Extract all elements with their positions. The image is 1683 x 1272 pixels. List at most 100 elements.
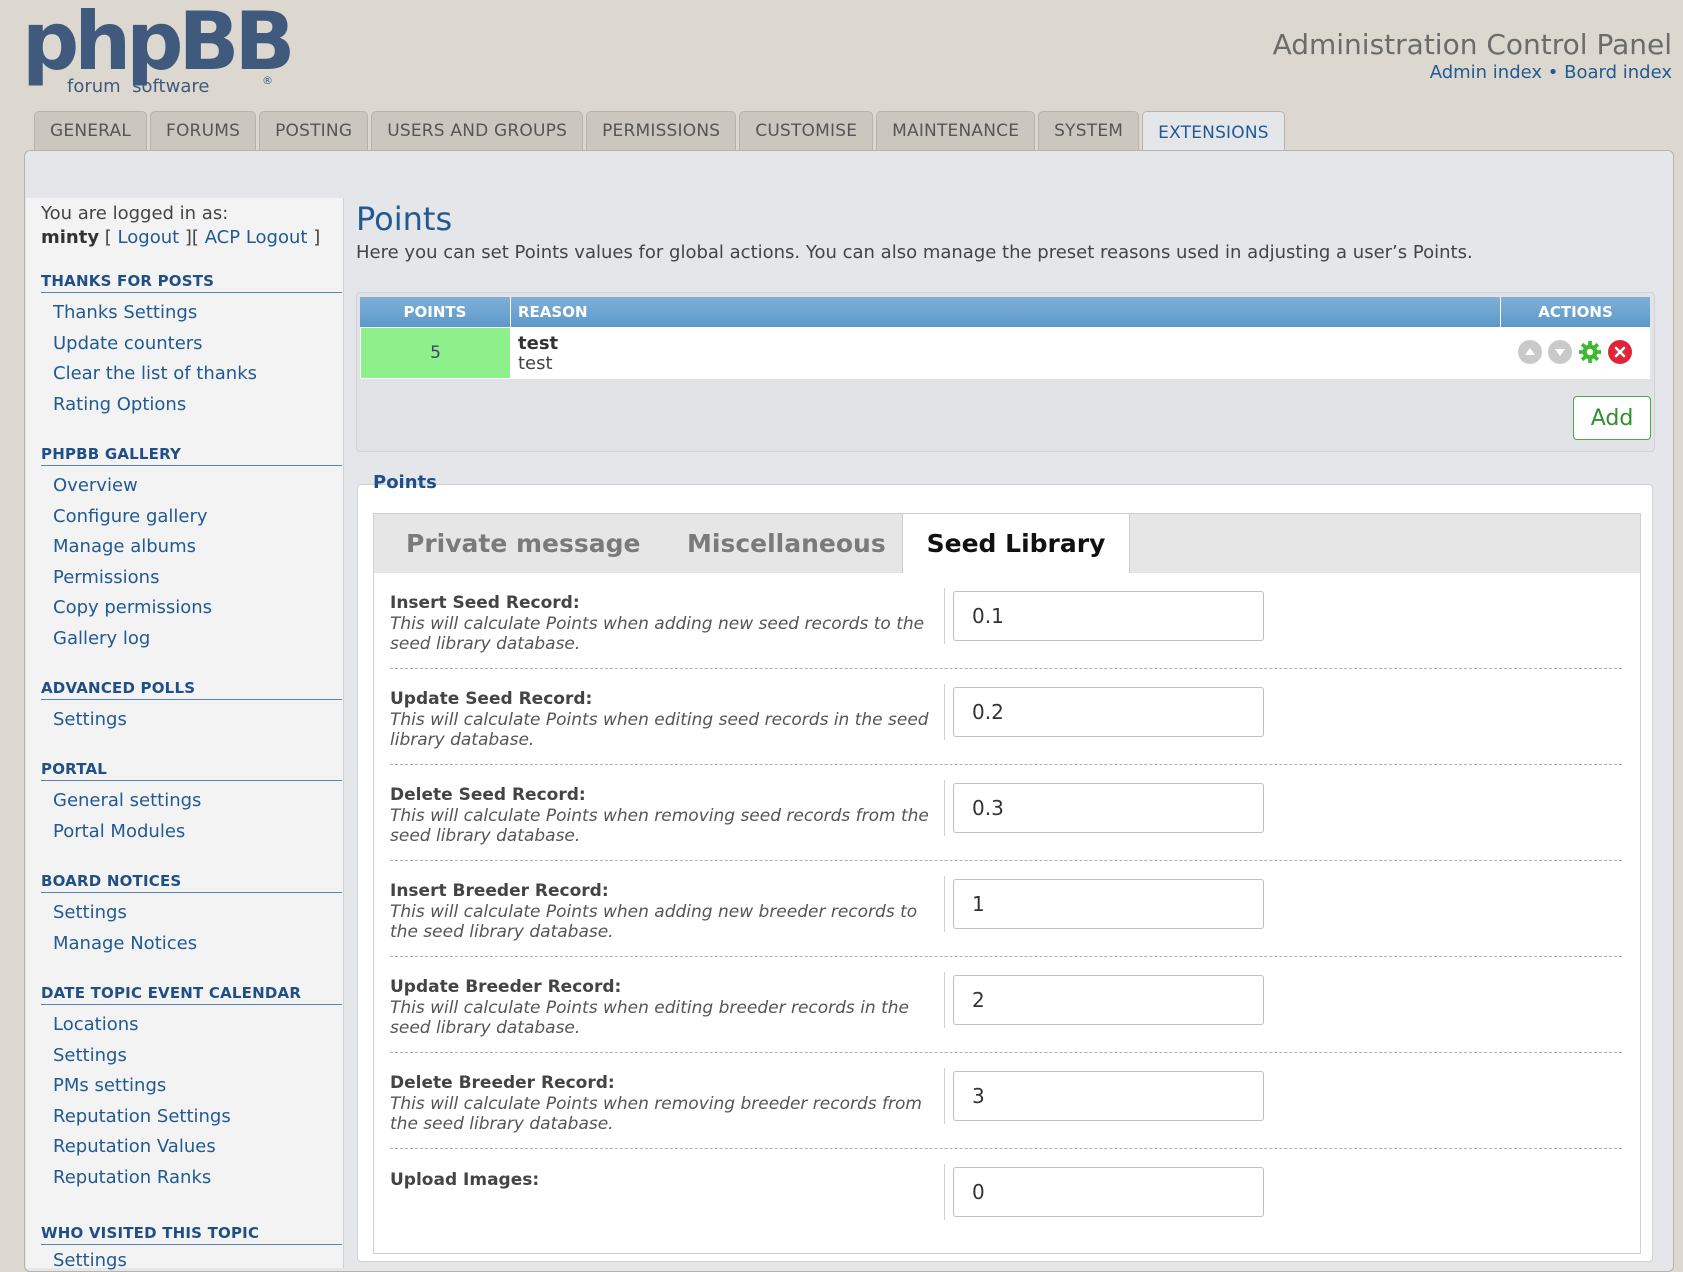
delete-seed-input[interactable] — [953, 783, 1264, 833]
admin-index-link[interactable]: Admin index — [1430, 62, 1542, 83]
tab-maintenance[interactable]: MAINTENANCE — [876, 111, 1036, 150]
upload-images-input[interactable] — [953, 1167, 1264, 1217]
row-separator — [390, 956, 1622, 957]
row-separator — [390, 1148, 1622, 1149]
sidebar-item-permissions[interactable]: Permissions — [53, 567, 159, 588]
field-divider — [944, 684, 945, 740]
field-label-delete-breeder: Delete Breeder Record: — [390, 1073, 615, 1093]
row-separator — [390, 764, 1622, 765]
field-desc-insert-breeder: This will calculate Points when adding n… — [390, 902, 918, 942]
sidebar-item-reputation-settings[interactable]: Reputation Settings — [53, 1106, 231, 1127]
field-divider — [944, 588, 945, 644]
sidebar-item-clear-thanks[interactable]: Clear the list of thanks — [53, 363, 257, 384]
sidebar-item-polls-settings[interactable]: Settings — [53, 709, 127, 730]
tab-customise[interactable]: CUSTOMISE — [739, 111, 874, 150]
arrow-down-icon[interactable] — [1548, 340, 1572, 364]
sidebar-item-thanks-settings[interactable]: Thanks Settings — [53, 302, 197, 323]
sidebar-item-calendar-settings[interactable]: Settings — [53, 1045, 127, 1066]
field-label-update-seed: Update Seed Record: — [390, 689, 593, 709]
acp-logout-link[interactable]: ACP Logout — [205, 227, 308, 248]
field-divider — [944, 1068, 945, 1124]
insert-seed-input[interactable] — [953, 591, 1264, 641]
sidebar-section-thanks-for-posts: THANKS FOR POSTS — [41, 272, 342, 293]
tab-extensions[interactable]: EXTENSIONS — [1142, 111, 1285, 153]
tab-miscellaneous[interactable]: Miscellaneous — [687, 513, 886, 573]
tab-seed-library[interactable]: Seed Library — [902, 513, 1130, 573]
link-separator: • — [1542, 62, 1565, 83]
sidebar-item-manage-albums[interactable]: Manage albums — [53, 536, 196, 557]
logo-sub-text: forum software — [67, 76, 210, 97]
sidebar-item-gallery-log[interactable]: Gallery log — [53, 628, 150, 649]
field-divider — [944, 972, 945, 1028]
sidebar-item-reputation-values[interactable]: Reputation Values — [53, 1136, 216, 1157]
page-description: Here you can set Points values for globa… — [356, 242, 1473, 263]
sidebar-item-configure-gallery[interactable]: Configure gallery — [53, 506, 208, 527]
main-tabs: GENERAL FORUMS POSTING USERS AND GROUPS … — [34, 111, 1285, 153]
field-divider — [944, 780, 945, 836]
row-separator — [390, 860, 1622, 861]
top-links: Admin index • Board index — [1430, 62, 1672, 83]
field-desc-insert-seed: This will calculate Points when adding n… — [390, 614, 925, 654]
phpbb-logo[interactable]: phpBB forum software ® — [22, 2, 295, 100]
tab-private-message[interactable]: Private message — [406, 513, 641, 573]
sidebar-section-phpbb-gallery: PHPBB GALLERY — [41, 445, 342, 466]
column-header-reason: REASON — [511, 297, 1501, 327]
field-label-insert-seed: Insert Seed Record: — [390, 593, 580, 613]
sidebar-item-reputation-ranks[interactable]: Reputation Ranks — [53, 1167, 211, 1188]
insert-breeder-input[interactable] — [953, 879, 1264, 929]
sidebar-section-date-topic-event-calendar: DATE TOPIC EVENT CALENDAR — [41, 984, 342, 1005]
field-label-upload-images: Upload Images: — [390, 1170, 540, 1190]
acp-title: Administration Control Panel — [1272, 28, 1672, 61]
tab-system[interactable]: SYSTEM — [1038, 111, 1140, 150]
sidebar-item-notices-settings[interactable]: Settings — [53, 902, 127, 923]
sidebar-item-general-settings[interactable]: General settings — [53, 790, 201, 811]
tab-forums[interactable]: FORUMS — [150, 111, 257, 150]
sidebar-item-who-visited-settings[interactable]: Settings — [53, 1250, 127, 1271]
field-desc-update-breeder: This will calculate Points when editing … — [390, 998, 909, 1038]
sidebar-section-portal: PORTAL — [41, 760, 342, 781]
board-index-link[interactable]: Board index — [1564, 62, 1672, 83]
field-divider — [944, 876, 945, 932]
sidebar-item-copy-permissions[interactable]: Copy permissions — [53, 597, 212, 618]
row-separator — [390, 668, 1622, 669]
sidebar-item-portal-modules[interactable]: Portal Modules — [53, 821, 185, 842]
sidebar-section-board-notices: BOARD NOTICES — [41, 872, 342, 893]
sidebar-item-rating-options[interactable]: Rating Options — [53, 394, 186, 415]
username: minty — [41, 227, 100, 248]
field-divider — [944, 1164, 945, 1220]
update-seed-input[interactable] — [953, 687, 1264, 737]
add-reason-button[interactable]: Add — [1573, 396, 1651, 440]
sidebar-section-who-visited-this-topic: WHO VISITED THIS TOPIC — [41, 1224, 342, 1245]
field-desc-delete-breeder: This will calculate Points when removing… — [390, 1094, 922, 1134]
tab-permissions[interactable]: PERMISSIONS — [586, 111, 737, 150]
update-breeder-input[interactable] — [953, 975, 1264, 1025]
tab-users-and-groups[interactable]: USERS AND GROUPS — [371, 111, 584, 150]
sidebar-item-locations[interactable]: Locations — [53, 1014, 139, 1035]
arrow-up-icon[interactable] — [1518, 340, 1542, 364]
field-label-insert-breeder: Insert Breeder Record: — [390, 881, 609, 901]
field-label-delete-seed: Delete Seed Record: — [390, 785, 586, 805]
logged-in-label: You are logged in as: — [41, 203, 229, 224]
reason-title: test — [518, 333, 559, 354]
delete-icon[interactable] — [1608, 340, 1632, 364]
reason-description: test — [518, 353, 553, 374]
logout-link[interactable]: Logout — [118, 227, 180, 248]
page-title: Points — [356, 200, 453, 238]
field-desc-delete-seed: This will calculate Points when removing… — [390, 806, 929, 846]
sidebar-item-pms-settings[interactable]: PMs settings — [53, 1075, 166, 1096]
sidebar-item-update-counters[interactable]: Update counters — [53, 333, 203, 354]
sidebar-item-manage-notices[interactable]: Manage Notices — [53, 933, 197, 954]
field-label-update-breeder: Update Breeder Record: — [390, 977, 622, 997]
sidebar-item-overview[interactable]: Overview — [53, 475, 138, 496]
field-desc-update-seed: This will calculate Points when editing … — [390, 710, 929, 750]
tab-posting[interactable]: POSTING — [259, 111, 369, 150]
logo-main-text: phpBB — [22, 0, 295, 88]
delete-breeder-input[interactable] — [953, 1071, 1264, 1121]
column-header-actions: ACTIONS — [1501, 297, 1650, 327]
points-value-cell: 5 — [361, 328, 510, 378]
row-separator — [390, 1052, 1622, 1053]
login-info: You are logged in as: minty [ Logout ][ … — [41, 203, 321, 248]
gear-icon[interactable] — [1578, 340, 1602, 364]
logo-registered-mark: ® — [262, 74, 273, 87]
tab-general[interactable]: GENERAL — [34, 111, 147, 150]
